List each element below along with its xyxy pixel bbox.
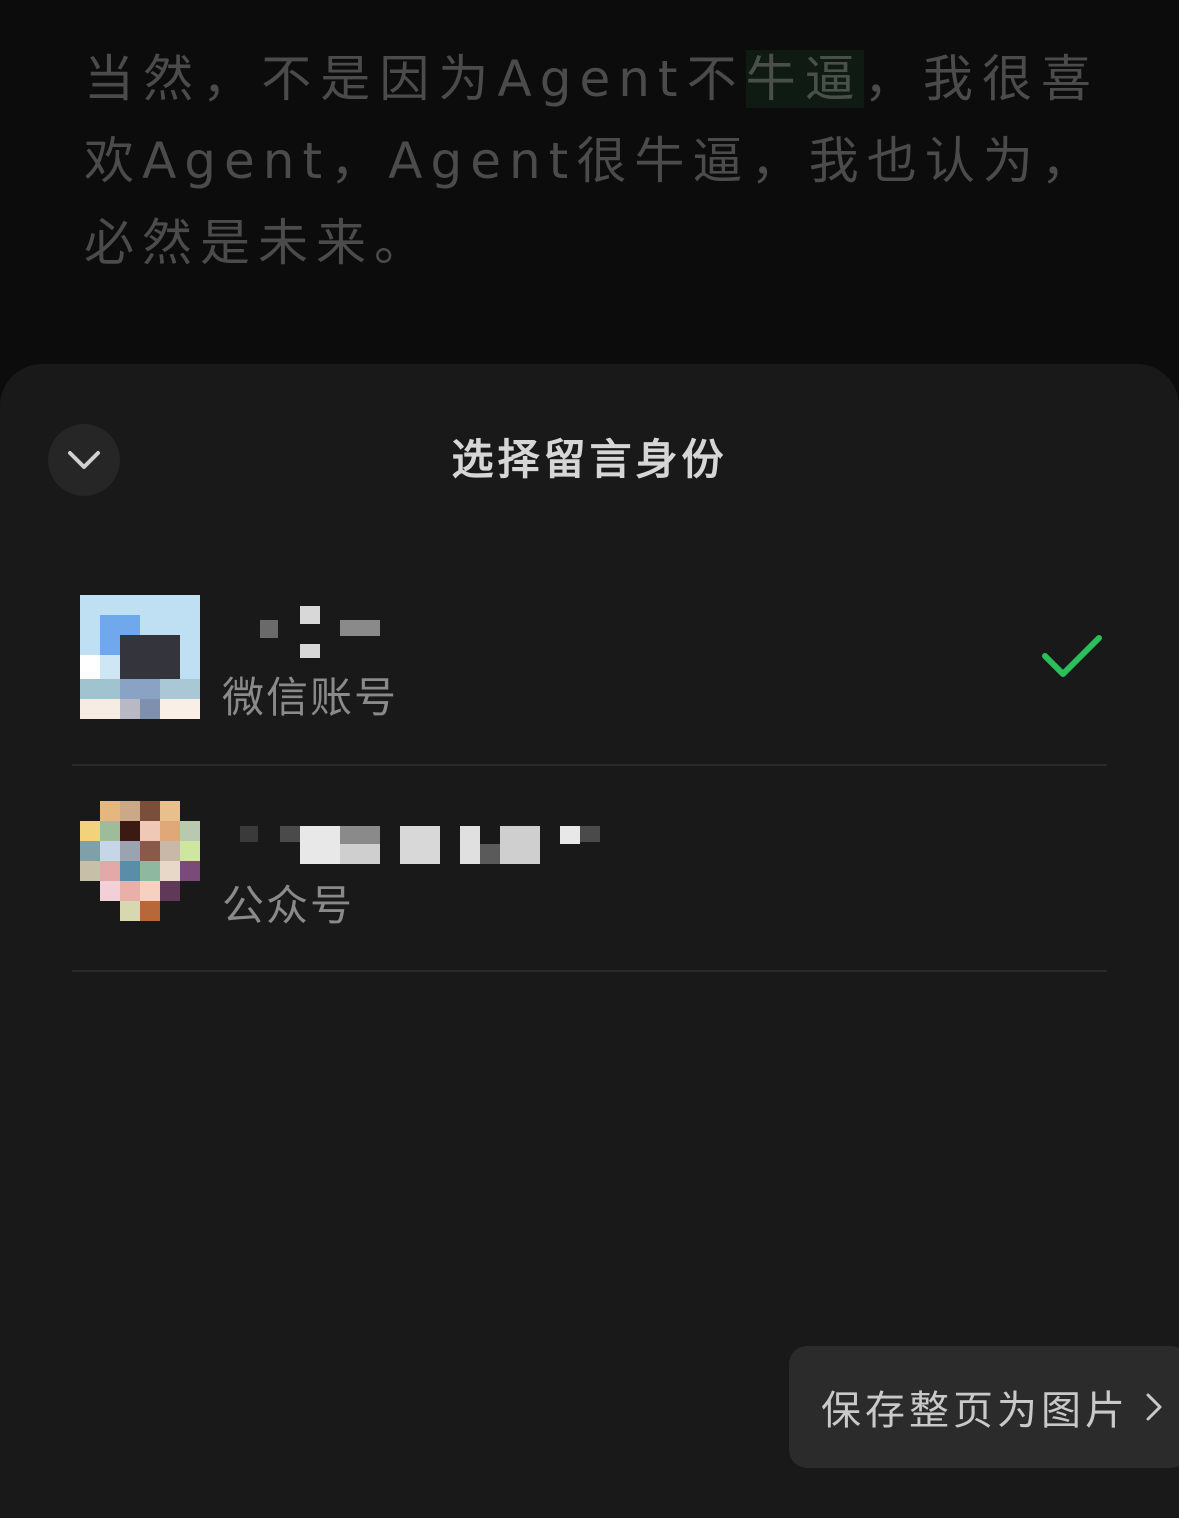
- checkmark-icon: [1042, 635, 1102, 677]
- identity-type-label: 微信账号: [222, 673, 399, 722]
- screen: 当然，不是因为Agent不牛逼，我很喜欢Agent，Agent很牛逼，我也认为，…: [0, 0, 1179, 1518]
- avatar: [80, 595, 200, 719]
- save-page-label: 保存整页为图片: [821, 1388, 1129, 1434]
- sheet-title: 选择留言身份: [451, 435, 728, 484]
- article-text-before: 当然，不是因为Agent不: [84, 50, 746, 108]
- avatar: [80, 801, 200, 925]
- identity-sheet: 选择留言身份 微信账号 公众号: [0, 364, 1179, 1518]
- chevron-right-icon: [1146, 1393, 1162, 1421]
- save-page-as-image-button[interactable]: 保存整页为图片: [789, 1346, 1179, 1468]
- identity-option-wechat-account[interactable]: 微信账号: [72, 560, 1107, 766]
- article-text-highlight: 牛逼: [745, 50, 864, 108]
- identity-type-label: 公众号: [222, 881, 355, 930]
- article-paragraph: 当然，不是因为Agent不牛逼，我很喜欢Agent，Agent很牛逼，我也认为，…: [84, 38, 1099, 284]
- identity-option-official-account[interactable]: 公众号: [72, 766, 1107, 972]
- row-divider: [72, 970, 1107, 972]
